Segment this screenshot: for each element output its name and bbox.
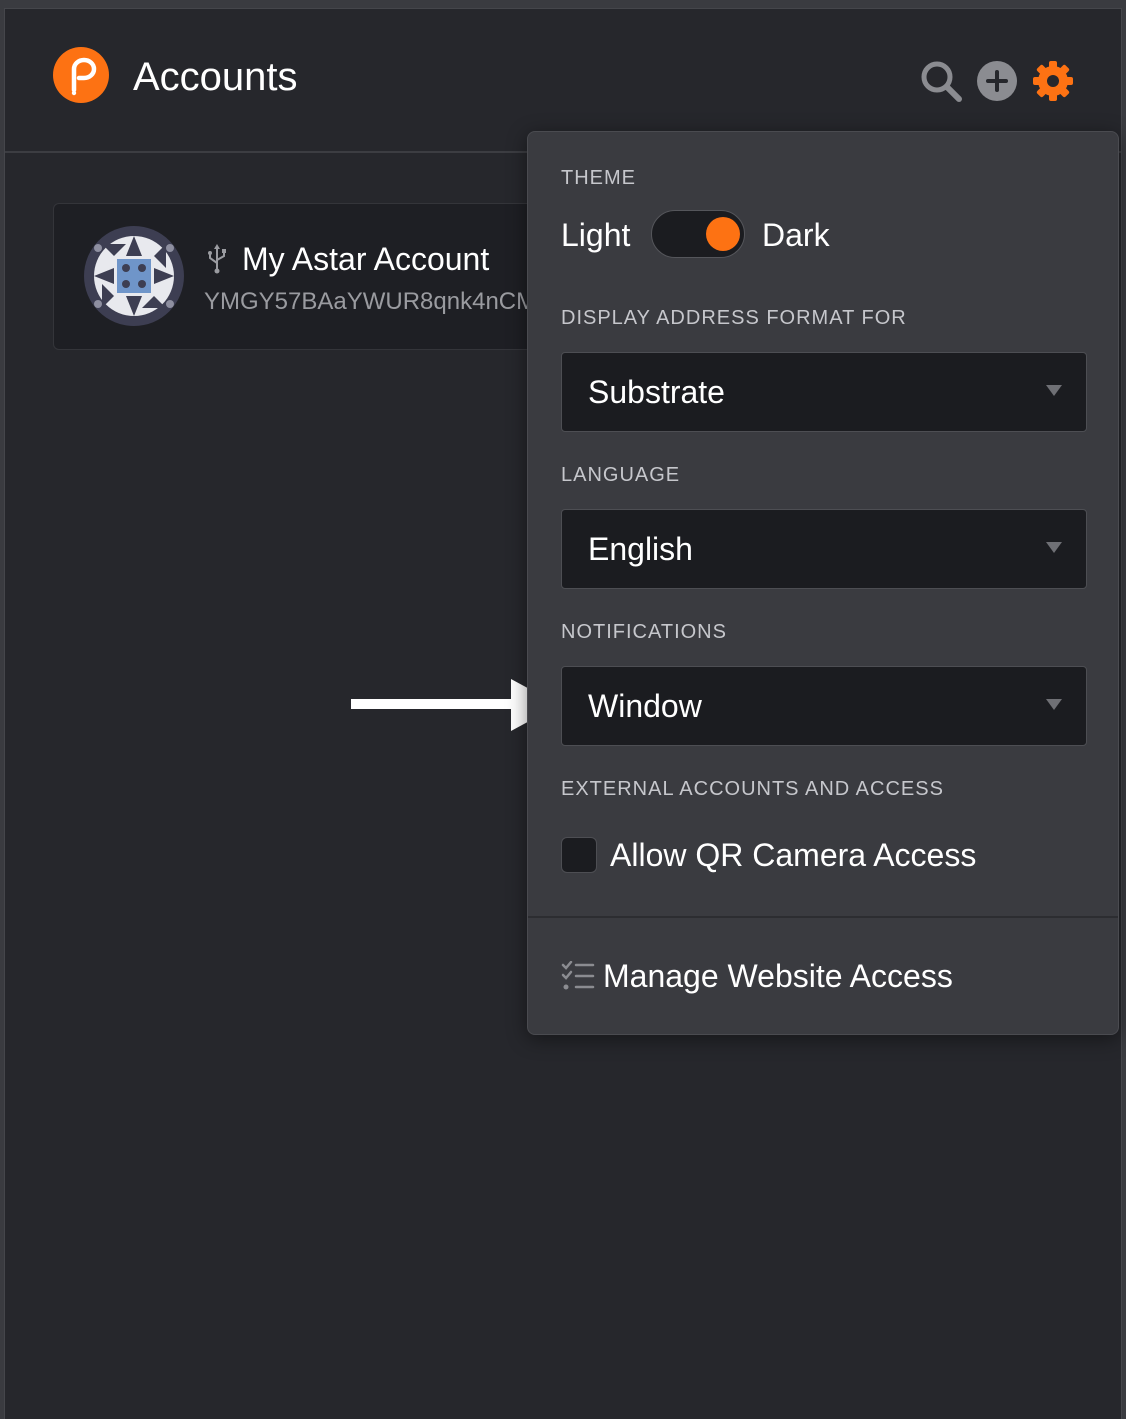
address-format-label: DISPLAY ADDRESS FORMAT FOR	[561, 307, 907, 329]
manage-website-access-item[interactable]: Manage Website Access	[561, 954, 1081, 998]
usb-icon	[208, 244, 226, 274]
account-card[interactable]: My Astar Account YMGY57BAaYWUR8qnk4nCM	[53, 203, 575, 350]
toggle-knob	[706, 217, 740, 251]
theme-dark-label: Dark	[762, 217, 830, 253]
language-value: English	[588, 531, 693, 567]
theme-toggle[interactable]	[651, 210, 745, 258]
add-icon[interactable]	[975, 59, 1019, 103]
polkadot-logo-icon[interactable]	[53, 47, 109, 103]
theme-label: THEME	[561, 167, 636, 189]
manage-website-access-label: Manage Website Access	[603, 958, 953, 994]
external-access-label: EXTERNAL ACCOUNTS AND ACCESS	[561, 778, 944, 800]
account-name: My Astar Account	[242, 241, 490, 277]
account-identicon	[84, 226, 184, 326]
address-format-select[interactable]: Substrate	[561, 352, 1087, 432]
chevron-down-icon	[1046, 542, 1062, 553]
menu-divider	[528, 916, 1118, 918]
notifications-select[interactable]: Window	[561, 666, 1087, 746]
gear-icon[interactable]	[1031, 59, 1075, 103]
language-label: LANGUAGE	[561, 464, 681, 486]
checklist-icon	[561, 961, 595, 990]
language-select[interactable]: English	[561, 509, 1087, 589]
notifications-label: NOTIFICATIONS	[561, 621, 727, 643]
theme-light-label: Light	[561, 217, 631, 253]
qr-camera-label[interactable]: Allow QR Camera Access	[610, 835, 976, 875]
qr-camera-checkbox[interactable]	[561, 837, 597, 873]
search-icon[interactable]	[919, 59, 963, 103]
settings-menu: THEME Light Dark DISPLAY ADDRESS FORMAT …	[527, 131, 1119, 1035]
notifications-value: Window	[588, 688, 702, 724]
address-format-value: Substrate	[588, 374, 725, 410]
chevron-down-icon	[1046, 699, 1062, 710]
account-address[interactable]: YMGY57BAaYWUR8qnk4nCM	[204, 288, 536, 316]
chevron-down-icon	[1046, 385, 1062, 396]
app-window: Accounts My Astar Account YMGY57BAaYWUR8…	[4, 8, 1122, 1419]
page-title: Accounts	[133, 55, 298, 99]
